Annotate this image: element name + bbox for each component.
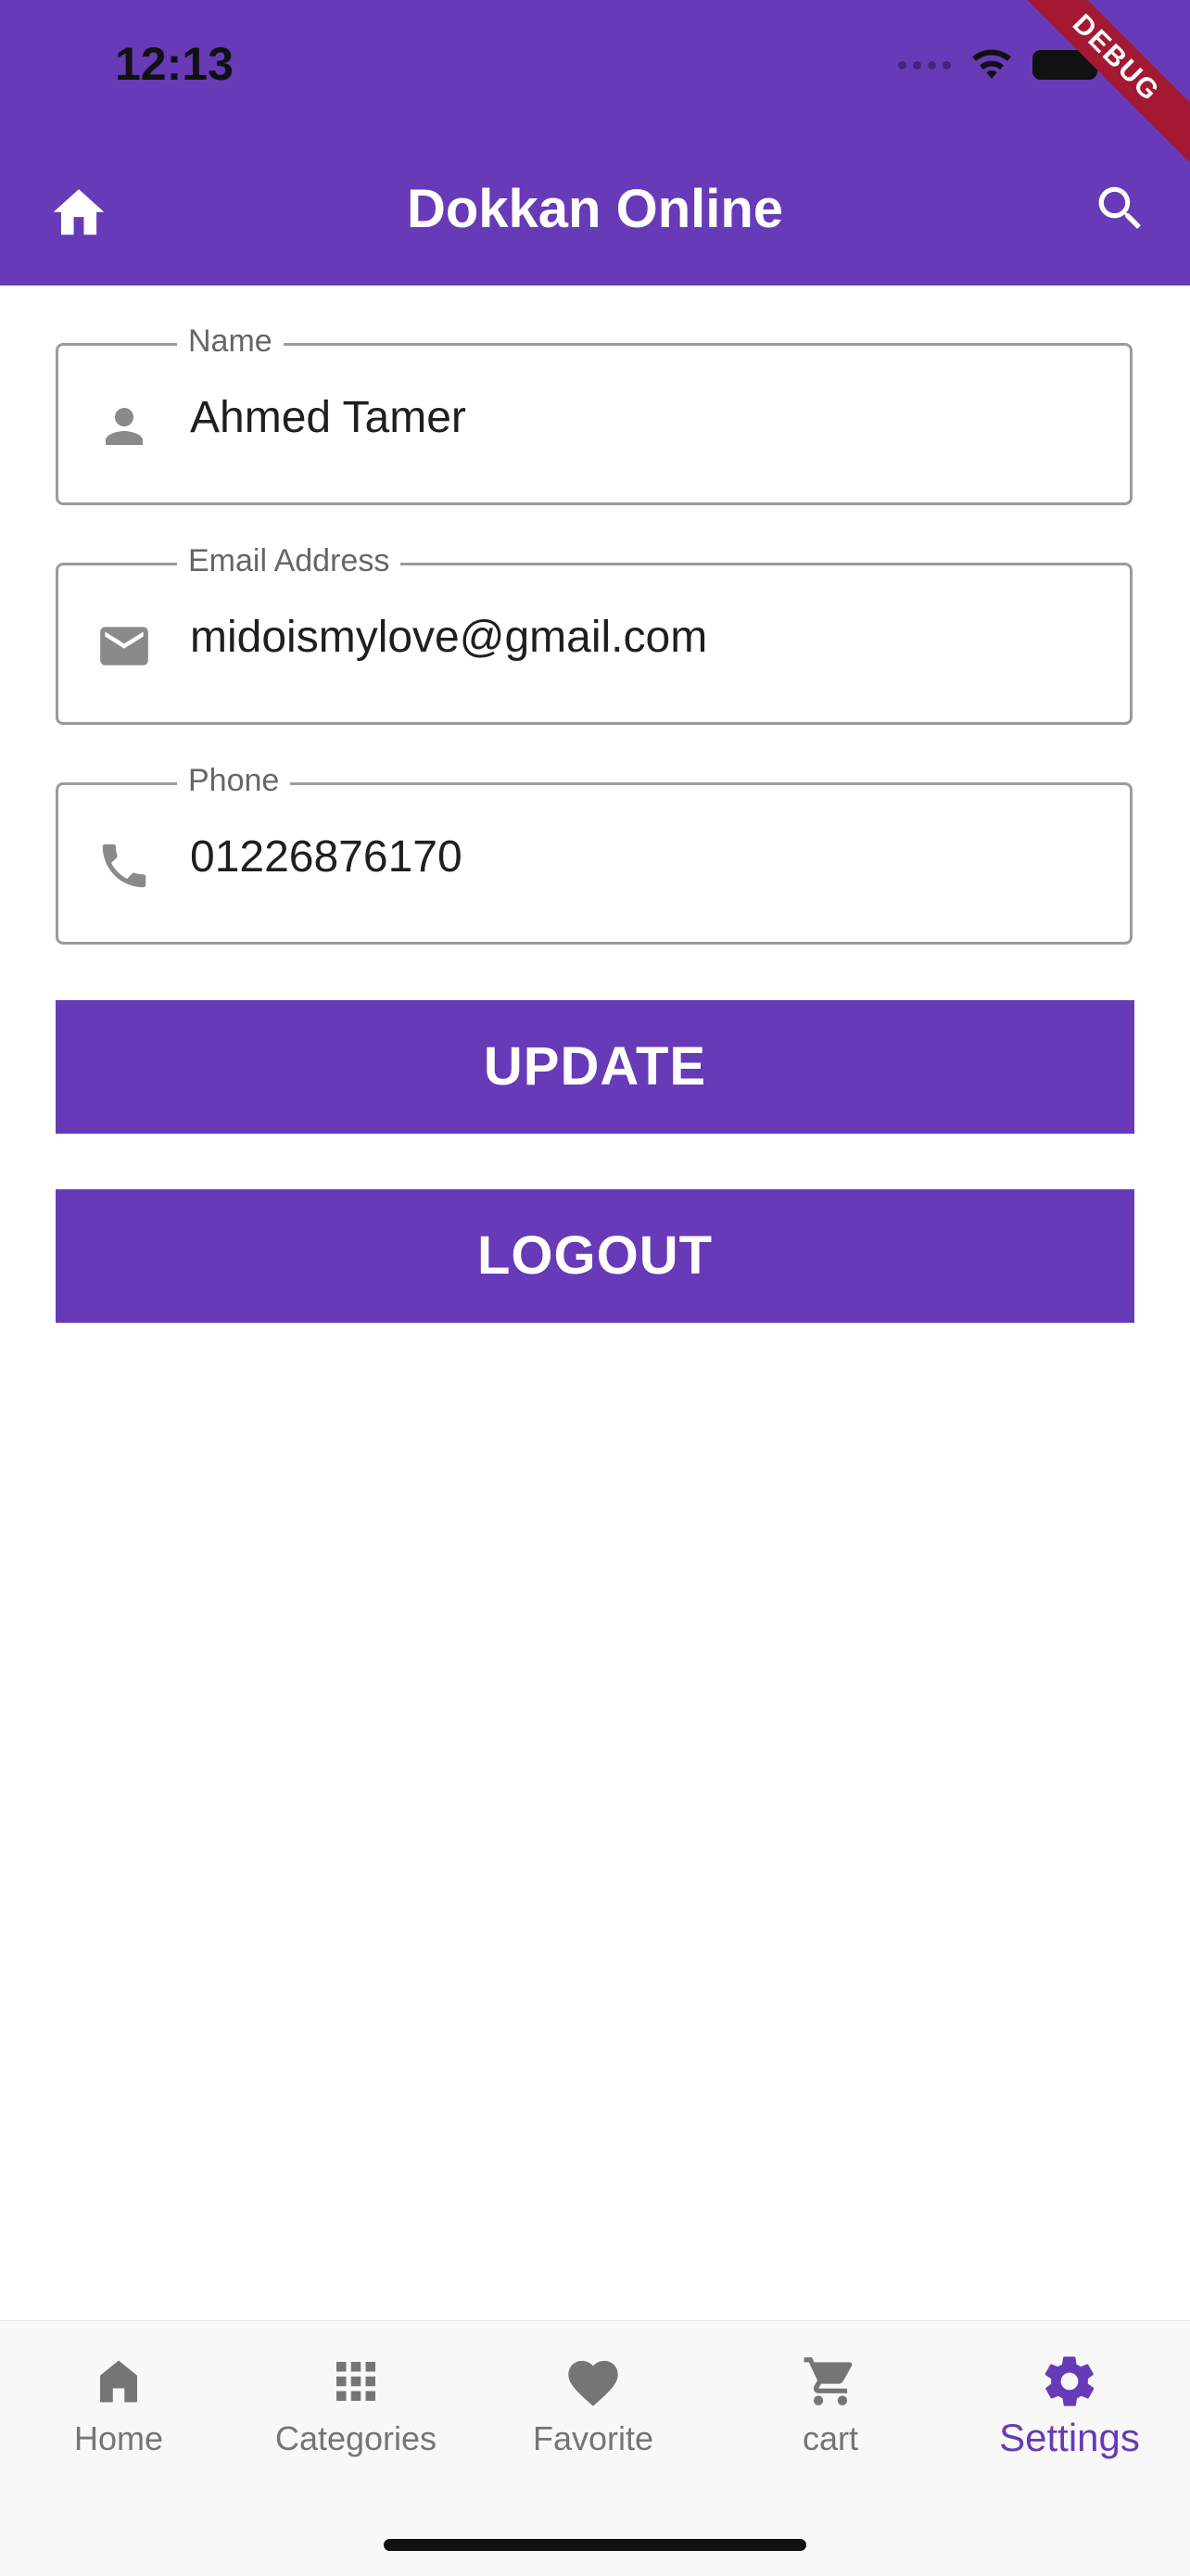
cart-icon — [798, 2349, 863, 2414]
name-field-value[interactable]: Ahmed Tamer — [190, 392, 466, 443]
person-icon — [92, 394, 157, 459]
nav-item-favorite[interactable]: Favorite — [475, 2349, 712, 2458]
email-field[interactable]: Email Address midoismylove@gmail.com — [56, 543, 1133, 725]
gear-icon — [1037, 2349, 1102, 2414]
signal-icon — [898, 60, 951, 70]
phone-field-label: Phone — [177, 763, 291, 799]
apps-icon — [323, 2349, 388, 2414]
bottom-navigation: Home Categories Favorite cart Settings — [0, 2320, 1190, 2576]
app-title: Dokkan Online — [406, 179, 784, 239]
update-button[interactable]: UPDATE — [56, 1000, 1134, 1134]
name-field-label: Name — [177, 324, 284, 360]
app-bar: 12:13 DEBUG Dokkan Online — [0, 0, 1190, 286]
nav-item-cart[interactable]: cart — [712, 2349, 949, 2458]
status-icons — [898, 48, 1097, 82]
home-icon — [86, 2349, 151, 2414]
home-indicator — [384, 2539, 806, 2551]
debug-banner: DEBUG — [1002, 0, 1190, 172]
nav-label-favorite: Favorite — [532, 2419, 654, 2457]
name-field[interactable]: Name Ahmed Tamer — [56, 324, 1133, 505]
nav-label-cart: cart — [802, 2419, 858, 2457]
nav-item-settings[interactable]: Settings — [951, 2349, 1188, 2460]
heart-icon — [561, 2349, 626, 2414]
nav-label-categories: Categories — [274, 2419, 437, 2457]
nav-item-categories[interactable]: Categories — [237, 2349, 475, 2458]
phone-icon — [92, 833, 157, 898]
email-field-label: Email Address — [177, 543, 401, 579]
nav-item-home[interactable]: Home — [0, 2349, 237, 2458]
email-field-value[interactable]: midoismylove@gmail.com — [190, 612, 707, 663]
logout-button[interactable]: LOGOUT — [56, 1189, 1134, 1323]
phone-field-value[interactable]: 01226876170 — [190, 831, 462, 882]
mail-icon — [92, 614, 157, 679]
status-time: 12:13 — [115, 38, 234, 90]
wifi-icon — [972, 49, 1011, 79]
phone-field[interactable]: Phone 01226876170 — [56, 763, 1133, 945]
nav-label-settings: Settings — [999, 2416, 1140, 2459]
search-icon[interactable] — [1079, 167, 1162, 250]
nav-label-home: Home — [73, 2419, 164, 2457]
